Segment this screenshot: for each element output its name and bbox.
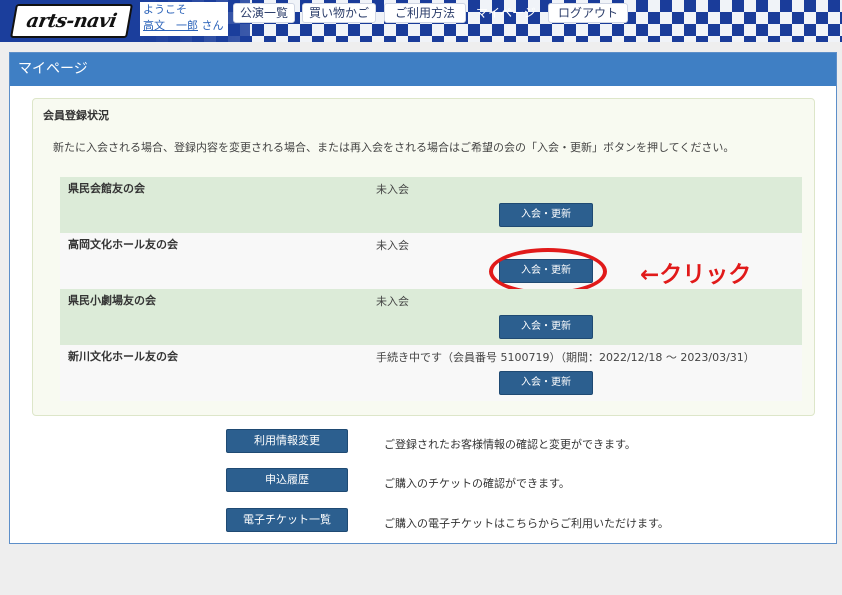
nav-logout-button[interactable]: ログアウト (548, 3, 628, 23)
join-update-button[interactable]: 入会・更新 (499, 371, 593, 395)
join-update-button[interactable]: 入会・更新 (499, 315, 593, 339)
order-history-button[interactable]: 申込履歴 (226, 468, 348, 492)
click-annotation: ←クリック (640, 262, 752, 288)
e-ticket-list-description: ご購入の電子チケットはこちらからご利用いただけます。 (384, 517, 669, 530)
club-row: 県民小劇場友の会 未入会 入会・更新 (60, 289, 802, 345)
membership-description: 新たに入会される場合、登録内容を変更される場合、または再入会をされる場合はご希望… (53, 141, 735, 154)
nav-how-to-use-button[interactable]: ご利用方法 (384, 3, 466, 23)
club-row: 県民会館友の会 未入会 入会・更新 (60, 177, 802, 233)
membership-status-box: 会員登録状況 新たに入会される場合、登録内容を変更される場合、または再入会をされ… (32, 98, 815, 416)
site-header: arts-navi ようこそ 高文 一郎 さん 公演一覧 買い物かご ご利用方法… (0, 0, 842, 42)
club-row: 高岡文化ホール友の会 未入会 入会・更新 ←クリック (60, 233, 802, 295)
nav-cart-button[interactable]: 買い物かご (302, 3, 376, 23)
club-status: 未入会 (376, 295, 409, 308)
e-ticket-list-button[interactable]: 電子チケット一覧 (226, 508, 348, 532)
club-status: 未入会 (376, 183, 409, 196)
site-logo[interactable]: arts-navi (10, 4, 133, 38)
nav-performances-button[interactable]: 公演一覧 (233, 3, 295, 23)
welcome-box: ようこそ 高文 一郎 さん (140, 2, 228, 36)
user-name-link[interactable]: 高文 一郎 (143, 19, 198, 32)
join-update-button[interactable]: 入会・更新 (499, 203, 593, 227)
edit-user-info-description: ご登録されたお客様情報の確認と変更ができます。 (384, 438, 636, 451)
club-name: 県民会館友の会 (68, 182, 145, 195)
club-status: 手続き中です（会員番号 5100719）（期間：2022/12/18 ～ 202… (376, 351, 755, 364)
mypage-panel: マイページ 会員登録状況 新たに入会される場合、登録内容を変更される場合、または… (9, 52, 837, 544)
order-history-description: ご購入のチケットの確認ができます。 (384, 477, 570, 490)
nav-mypage-current[interactable]: マイページ (476, 3, 536, 23)
welcome-greeting: ようこそ (143, 3, 187, 16)
club-name: 新川文化ホール友の会 (68, 350, 178, 363)
club-status: 未入会 (376, 239, 409, 252)
edit-user-info-button[interactable]: 利用情報変更 (226, 429, 348, 453)
club-row: 新川文化ホール友の会 手続き中です（会員番号 5100719）（期間：2022/… (60, 345, 802, 401)
join-update-button[interactable]: 入会・更新 (499, 259, 593, 283)
page-title: マイページ (10, 53, 836, 86)
welcome-suffix: さん (198, 19, 224, 32)
membership-heading: 会員登録状況 (43, 109, 109, 122)
club-name: 県民小劇場友の会 (68, 294, 156, 307)
logo-text: arts-navi (24, 10, 119, 32)
club-name: 高岡文化ホール友の会 (68, 238, 178, 251)
